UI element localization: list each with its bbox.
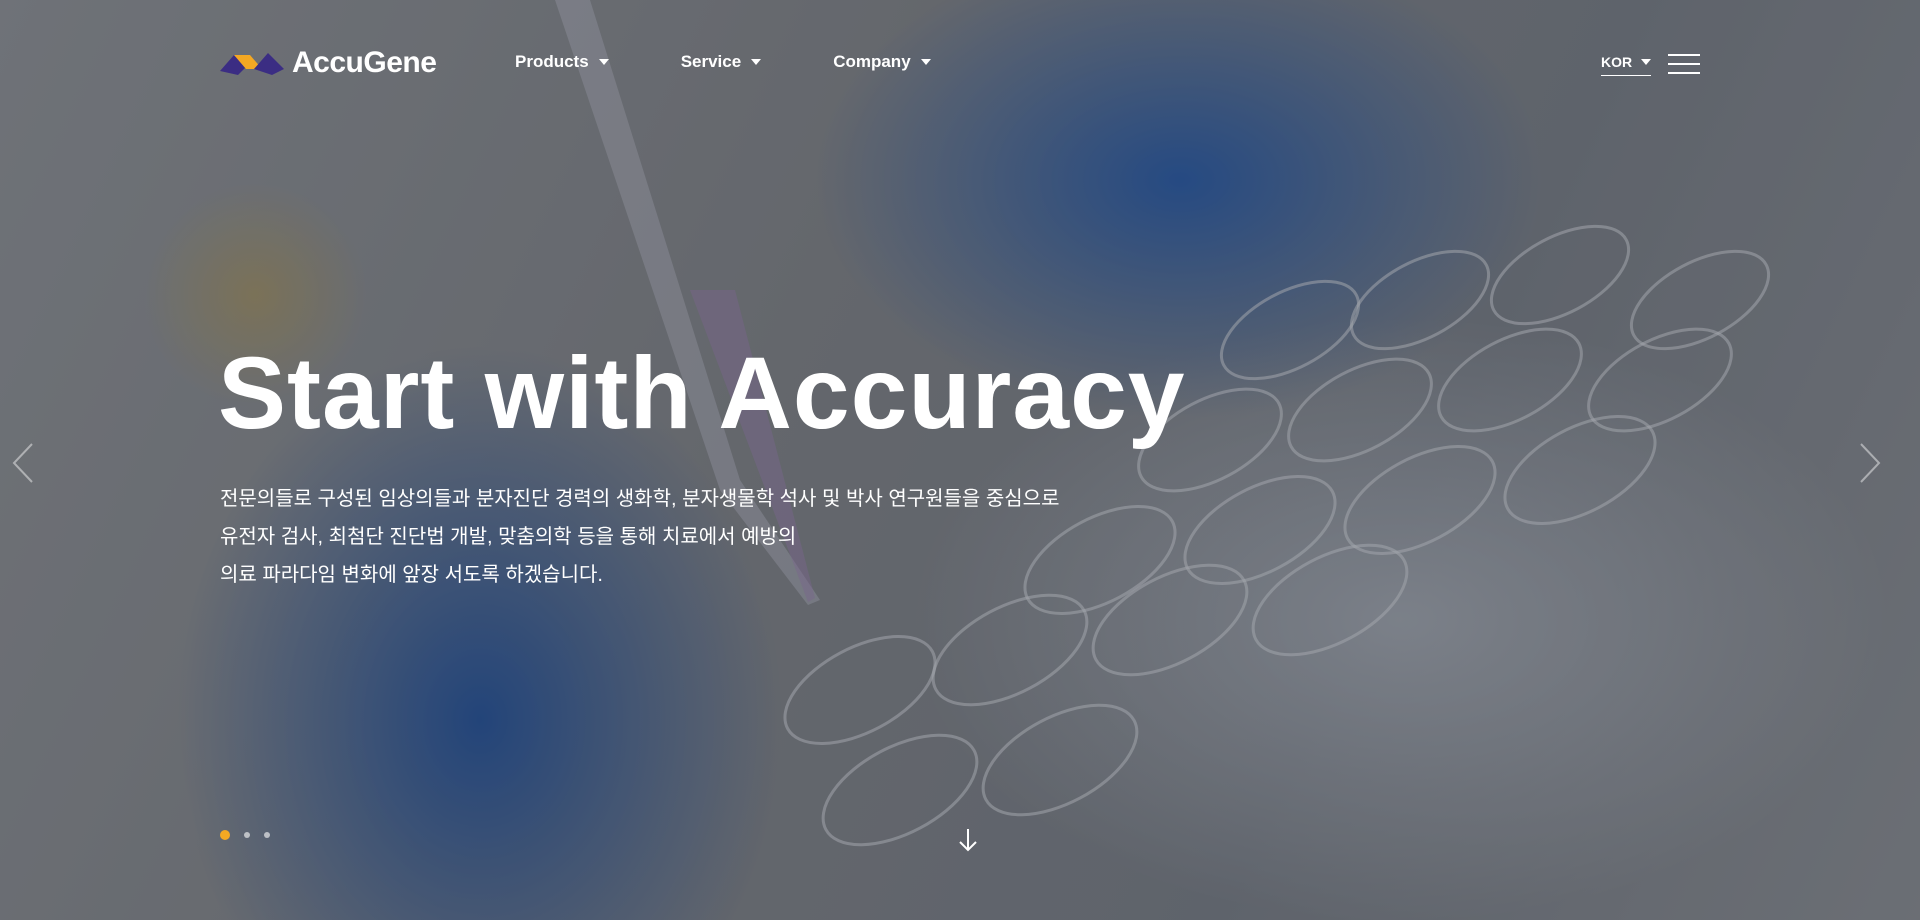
nav-item-products[interactable]: Products <box>515 52 609 72</box>
nav-item-label: Products <box>515 52 589 71</box>
logo-text: AccuGene <box>292 46 437 79</box>
language-label: KOR <box>1601 54 1633 70</box>
arrow-down-icon[interactable] <box>957 826 979 854</box>
hero-headline: Start with Accuracy <box>218 336 1186 450</box>
logo[interactable]: AccuGene <box>220 46 437 80</box>
nav-item-company[interactable]: Company <box>833 52 931 72</box>
hero-description-line: 유전자 검사, 최첨단 진단법 개발, 맞춤의학 등을 통해 치료에서 예방의 <box>220 526 797 548</box>
nav-item-service[interactable]: Service <box>681 52 762 72</box>
nav-item-label: Company <box>833 52 911 71</box>
slider-dot-2[interactable] <box>244 832 250 838</box>
slider-dot-3[interactable] <box>264 832 270 838</box>
caret-down-icon <box>598 59 609 65</box>
main-nav: Products Service Company <box>515 52 1003 72</box>
language-selector[interactable]: KOR <box>1601 54 1652 76</box>
hero-description-line: 전문의들로 구성된 임상의들과 분자진단 경력의 생화학, 분자생물학 석사 및… <box>220 488 1060 510</box>
hero-dark-overlay <box>0 0 1920 920</box>
caret-down-icon <box>751 59 762 65</box>
hero-background <box>0 0 1920 920</box>
hero-description: 전문의들로 구성된 임상의들과 분자진단 경력의 생화학, 분자생물학 석사 및… <box>220 480 1059 594</box>
slider-pagination <box>220 830 284 840</box>
logo-mark-icon <box>220 53 284 75</box>
chevron-right-icon[interactable] <box>1855 438 1885 488</box>
chevron-left-icon[interactable] <box>8 438 38 488</box>
caret-down-icon <box>1641 59 1652 65</box>
slider-dot-1[interactable] <box>220 830 230 840</box>
hero-description-line: 의료 파라다임 변화에 앞장 서도록 하겠습니다. <box>220 564 603 586</box>
caret-down-icon <box>920 59 931 65</box>
site-header: AccuGene Products Service Company KOR <box>0 0 1920 126</box>
nav-item-label: Service <box>680 52 742 71</box>
hamburger-icon[interactable] <box>1668 54 1700 76</box>
